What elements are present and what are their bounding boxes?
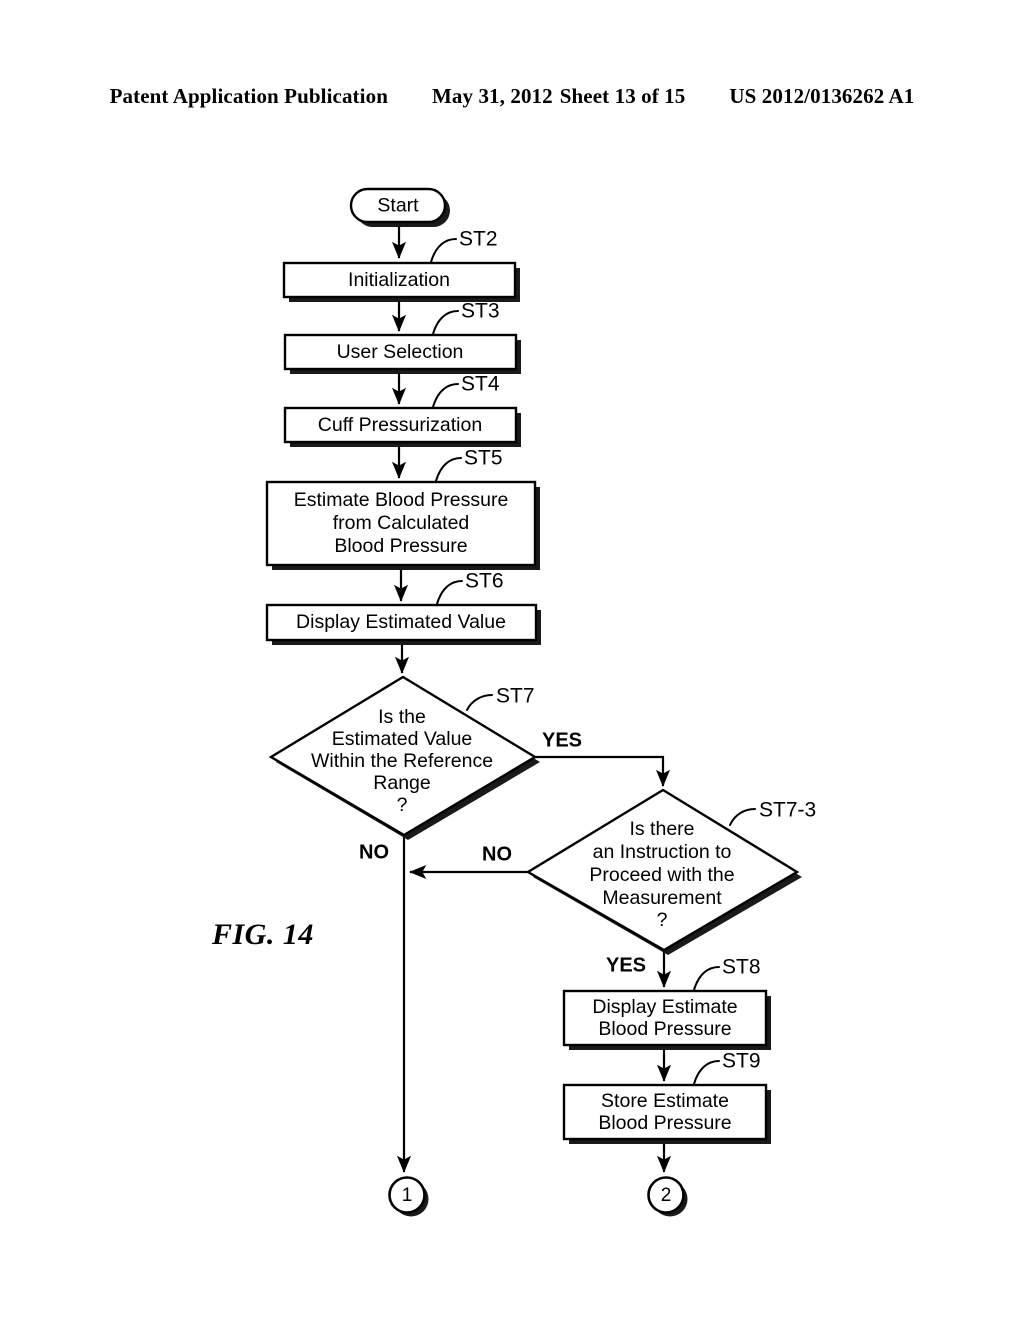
node-st2-initialization[interactable]: Initialization bbox=[282, 261, 520, 302]
st3-label: User Selection bbox=[337, 341, 464, 363]
step-callout-st4: ST4 bbox=[432, 373, 500, 408]
st4-step-id: ST4 bbox=[461, 373, 500, 396]
edge-st7-yes-to-st7-3 bbox=[535, 755, 671, 787]
st5-step-id: ST5 bbox=[464, 447, 503, 470]
step-callout-st3: ST3 bbox=[432, 300, 500, 335]
st7-yes-label: YES bbox=[542, 729, 582, 751]
st7-label-line-2: Estimated Value bbox=[332, 728, 473, 750]
st4-leader-line bbox=[432, 383, 459, 408]
step-callout-st7-3: ST7-3 bbox=[729, 799, 816, 826]
node-connector-2[interactable]: 2 bbox=[647, 1176, 688, 1217]
st7-3-yes-label: YES bbox=[606, 954, 646, 976]
st5-label-line-1: Estimate Blood Pressure bbox=[294, 489, 509, 511]
st7-label-line-3: Within the Reference bbox=[311, 750, 493, 772]
st2-step-id: ST2 bbox=[459, 228, 498, 251]
step-callout-st6: ST6 bbox=[436, 570, 504, 605]
step-callout-st9: ST9 bbox=[693, 1050, 761, 1085]
st8-step-id: ST8 bbox=[722, 956, 761, 979]
node-st3-user-selection[interactable]: User Selection bbox=[283, 333, 521, 374]
st8-label-line-1: Display Estimate bbox=[592, 996, 737, 1018]
st7-3-step-id: ST7-3 bbox=[759, 799, 816, 822]
connector-1-label: 1 bbox=[402, 1185, 413, 1206]
step-callout-st8: ST8 bbox=[693, 956, 761, 991]
st5-label-line-2: from Calculated bbox=[333, 512, 470, 534]
st3-step-id: ST3 bbox=[461, 300, 500, 323]
st7-3-label-line-1: Is there bbox=[629, 818, 694, 840]
st7-3-label-line-2: an Instruction to bbox=[593, 841, 732, 863]
node-start[interactable]: Start bbox=[349, 187, 450, 227]
st6-leader-line bbox=[436, 580, 463, 605]
st5-label-line-3: Blood Pressure bbox=[334, 535, 467, 557]
st6-step-id: ST6 bbox=[465, 570, 504, 593]
st7-leader-line bbox=[466, 694, 493, 711]
st9-label-line-1: Store Estimate bbox=[601, 1090, 729, 1112]
st7-3-label-line-3: Proceed with the bbox=[589, 864, 734, 886]
st9-label-line-2: Blood Pressure bbox=[598, 1112, 731, 1134]
st5-leader-line bbox=[435, 457, 462, 482]
step-callout-st7: ST7 bbox=[466, 685, 535, 711]
connector-2-label: 2 bbox=[661, 1185, 672, 1206]
st2-leader-line bbox=[430, 238, 457, 263]
node-st5-estimate-blood-pressure[interactable]: Estimate Blood Pressure from Calculated … bbox=[265, 480, 540, 570]
st8-leader-line bbox=[693, 966, 720, 991]
st7-step-id: ST7 bbox=[496, 685, 535, 708]
st9-leader-line bbox=[693, 1060, 720, 1085]
st6-label: Display Estimated Value bbox=[296, 611, 506, 633]
flowchart-diagram: Start Initialization ST2 User Selection … bbox=[265, 187, 816, 1217]
st7-label-line-5: ? bbox=[397, 794, 408, 816]
st2-label: Initialization bbox=[348, 269, 450, 291]
step-callout-st5: ST5 bbox=[435, 447, 503, 482]
start-label: Start bbox=[377, 195, 419, 217]
st7-no-label: NO bbox=[359, 841, 389, 863]
st7-3-label-line-5: ? bbox=[657, 909, 668, 931]
node-st6-display-estimated-value[interactable]: Display Estimated Value bbox=[265, 603, 541, 645]
st9-step-id: ST9 bbox=[722, 1050, 761, 1073]
node-st8-display-estimate-blood-pressure[interactable]: Display Estimate Blood Pressure bbox=[562, 989, 771, 1050]
node-connector-1[interactable]: 1 bbox=[388, 1176, 429, 1217]
patent-sheet: Patent Application Publication May 31, 2… bbox=[0, 0, 1024, 1320]
st3-leader-line bbox=[432, 310, 459, 335]
st7-3-label-line-4: Measurement bbox=[602, 887, 722, 909]
node-st9-store-estimate-blood-pressure[interactable]: Store Estimate Blood Pressure bbox=[562, 1083, 771, 1144]
st7-3-leader-line bbox=[729, 808, 756, 826]
st7-label-line-1: Is the bbox=[378, 706, 426, 728]
st8-label-line-2: Blood Pressure bbox=[598, 1018, 731, 1040]
st7-label-line-4: Range bbox=[373, 772, 430, 794]
node-st4-cuff-pressurization[interactable]: Cuff Pressurization bbox=[283, 406, 521, 447]
st7-3-no-label: NO bbox=[482, 843, 512, 865]
st4-label: Cuff Pressurization bbox=[318, 414, 482, 436]
step-callout-st2: ST2 bbox=[430, 228, 498, 263]
